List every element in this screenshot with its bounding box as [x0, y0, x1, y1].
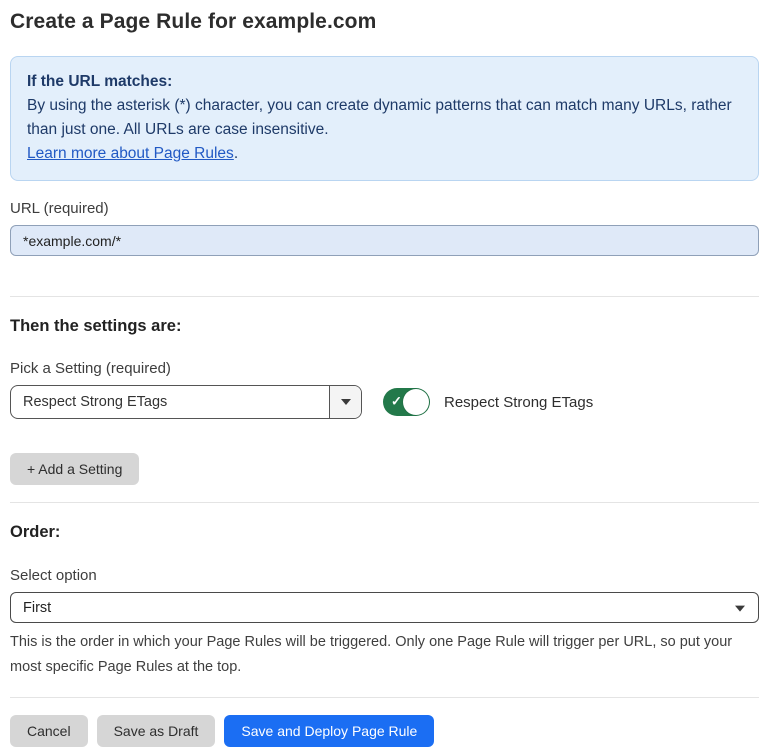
- chevron-down-icon: [735, 605, 745, 611]
- chevron-down-icon: [341, 399, 351, 405]
- toggle-knob: [403, 389, 429, 415]
- save-and-deploy-button[interactable]: Save and Deploy Page Rule: [224, 715, 434, 747]
- check-icon: ✓: [391, 394, 402, 410]
- url-match-info-box: If the URL matches: By using the asteris…: [10, 56, 759, 181]
- toggle-label: Respect Strong ETags: [444, 394, 593, 411]
- learn-more-link[interactable]: Learn more about Page Rules: [27, 145, 234, 162]
- toggle-wrap: ✓ Respect Strong ETags: [383, 388, 593, 416]
- url-field-label: URL (required): [10, 200, 759, 217]
- respect-strong-etags-toggle[interactable]: ✓: [383, 388, 430, 416]
- order-select-value: First: [23, 600, 51, 616]
- setting-dropdown-arrow-button[interactable]: [329, 386, 361, 418]
- footer-buttons: Cancel Save as Draft Save and Deploy Pag…: [10, 715, 759, 747]
- order-select[interactable]: First: [10, 592, 759, 623]
- order-help-text: This is the order in which your Page Rul…: [10, 630, 759, 680]
- info-box-heading: If the URL matches:: [27, 70, 742, 94]
- cancel-button[interactable]: Cancel: [10, 715, 88, 747]
- page-title: Create a Page Rule for example.com: [10, 10, 759, 34]
- order-section-heading: Order:: [10, 523, 759, 542]
- info-box-body: By using the asterisk (*) character, you…: [27, 94, 742, 142]
- divider: [10, 502, 759, 503]
- divider: [10, 697, 759, 698]
- setting-dropdown-value: Respect Strong ETags: [11, 386, 329, 418]
- select-option-label: Select option: [10, 567, 759, 584]
- pick-setting-label: Pick a Setting (required): [10, 360, 759, 377]
- create-page-rule-page: Create a Page Rule for example.com If th…: [0, 0, 769, 747]
- divider: [10, 296, 759, 297]
- settings-section-heading: Then the settings are:: [10, 317, 759, 336]
- setting-dropdown[interactable]: Respect Strong ETags: [10, 385, 362, 419]
- add-setting-button[interactable]: + Add a Setting: [10, 453, 139, 485]
- info-box-link-line: Learn more about Page Rules.: [27, 142, 742, 166]
- save-as-draft-button[interactable]: Save as Draft: [97, 715, 216, 747]
- link-period: .: [234, 145, 238, 162]
- url-input[interactable]: [10, 225, 759, 256]
- setting-row: Respect Strong ETags ✓ Respect Strong ET…: [10, 385, 759, 419]
